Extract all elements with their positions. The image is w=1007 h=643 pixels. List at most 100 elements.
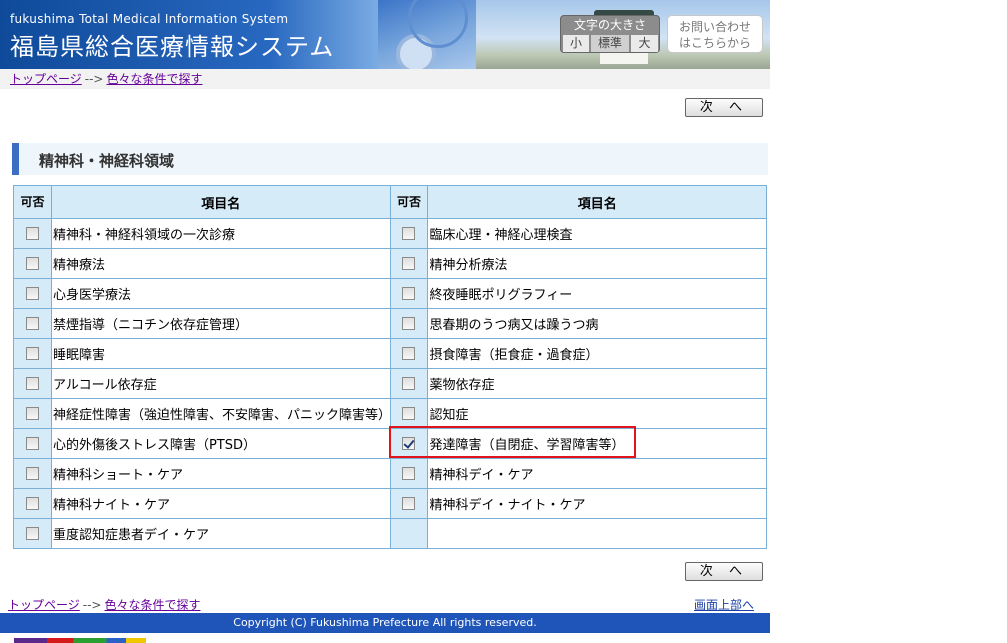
item-checkbox[interactable] [402,497,416,510]
checkbox-cell [13,308,52,339]
item-checkbox[interactable] [25,437,39,450]
checkbox-cell [389,308,429,339]
col-header-availability: 可否 [13,185,52,219]
col-header-item-name: 項目名 [50,185,391,219]
next-button-top[interactable]: 次 へ [685,98,763,117]
item-name: 心身医学療法 [52,288,131,303]
font-size-small-button[interactable]: 小 [563,35,589,52]
item-name: 薬物依存症 [429,378,495,393]
checkbox-cell [389,368,429,399]
checkbox-cell [389,278,429,309]
item-name: 睡眠障害 [52,348,105,363]
item-name-cell: 認知症 [427,398,767,429]
font-size-standard-button[interactable]: 標準 [591,35,629,52]
checkbox-cell [389,518,429,549]
item-name-cell: 精神科ナイト・ケア [50,488,391,519]
checkbox-cell [13,368,52,399]
table-row: 精神科ショート・ケア 精神科デイ・ケア [13,458,767,489]
item-checkbox[interactable] [402,467,416,480]
item-name: 精神科・神経科領域の一次診療 [52,228,235,243]
copyright-text: Copyright (C) Fukushima Prefecture All r… [233,616,537,629]
checkbox-cell [389,218,429,249]
item-checkbox[interactable] [25,467,39,480]
checkbox-cell [13,398,52,429]
item-name: 発達障害（自閉症、学習障害等） [429,438,625,453]
item-checkbox[interactable] [402,377,416,390]
item-checkbox[interactable] [25,377,39,390]
site-title: 福島県総合医療情報システム [10,33,335,61]
breadcrumb-current-link[interactable]: 色々な条件で探す [106,72,202,86]
item-name: 重度認知症患者デイ・ケア [52,528,209,543]
item-checkbox[interactable] [402,287,416,300]
checkbox-cell [13,218,52,249]
item-name-cell: 摂食障害（拒食症・過食症） [427,338,767,369]
section-title: 精神科・神経科領域 [39,152,175,170]
item-name: アルコール依存症 [52,378,157,393]
item-name: 精神科ショート・ケア [52,468,183,483]
item-checkbox[interactable] [25,347,39,360]
item-checkbox[interactable] [402,257,416,270]
item-checkbox[interactable] [25,407,39,420]
col-header-item-name: 項目名 [427,185,767,219]
item-name: 精神科デイ・ナイト・ケア [429,498,586,513]
table-body: 精神科・神経科領域の一次診療 臨床心理・神経心理検査 精神療法 精神分析療法 心身医学療… [13,218,767,549]
breadcrumb-bottom: トップページ --> 色々な条件で探す [0,596,770,613]
item-name-cell: 禁煙指導（ニコチン依存症管理） [50,308,391,339]
footer: Copyright (C) Fukushima Prefecture All r… [0,613,770,633]
inquiry-button[interactable]: お問い合わせ はこちらから [667,15,763,53]
item-name: 禁煙指導（ニコチン依存症管理） [52,318,248,333]
item-checkbox[interactable] [25,257,39,270]
item-checkbox[interactable] [25,227,39,240]
item-name-cell: 精神療法 [50,248,391,279]
checkbox-cell [389,458,429,489]
item-name: 摂食障害（拒食症・過食症） [429,348,599,363]
checkbox-cell [13,338,52,369]
table-header-row: 可否 項目名 可否 項目名 [13,185,767,219]
breadcrumb-current-link[interactable]: 色々な条件で探す [104,598,200,612]
item-checkbox[interactable] [402,317,416,330]
item-checkbox[interactable] [402,227,416,240]
item-name-cell: 精神科ショート・ケア [50,458,391,489]
checkbox-cell [13,458,52,489]
item-name: 終夜睡眠ポリグラフィー [429,288,573,303]
item-checkbox[interactable] [402,437,416,450]
item-name-cell: アルコール依存症 [50,368,391,399]
items-table: 可否 項目名 可否 項目名 精神科・神経科領域の一次診療 臨床心理・神経心理検査精… [13,185,767,549]
item-checkbox[interactable] [402,407,416,420]
font-size-selector: 文字の大きさ 小 標準 大 [560,15,660,53]
checkbox-cell [389,488,429,519]
item-checkbox[interactable] [402,347,416,360]
item-checkbox[interactable] [25,317,39,330]
site-header: fukushima Total Medical Information Syst… [0,0,770,69]
breadcrumb-home-link[interactable]: トップページ [8,598,80,612]
font-size-large-button[interactable]: 大 [631,35,658,52]
inquiry-label-2: はこちらから [678,36,751,50]
next-button-bottom[interactable]: 次 へ [685,562,763,581]
item-checkbox[interactable] [25,287,39,300]
checkbox-cell [13,488,52,519]
table-row: 睡眠障害 摂食障害（拒食症・過食症） [13,338,767,369]
item-name: 臨床心理・神経心理検査 [429,228,573,243]
inquiry-label-1: お問い合わせ [678,20,751,34]
page-top-link[interactable]: 画面上部へ [694,596,754,614]
col-header-availability: 可否 [389,185,429,219]
item-checkbox[interactable] [25,527,39,540]
checkbox-cell [389,248,429,279]
item-name-cell: 重度認知症患者デイ・ケア [50,518,391,549]
item-checkbox[interactable] [25,497,39,510]
breadcrumb-home-link[interactable]: トップページ [10,72,82,86]
table-row: アルコール依存症 薬物依存症 [13,368,767,399]
font-size-label: 文字の大きさ [573,18,646,32]
table-row: 精神科ナイト・ケア 精神科デイ・ナイト・ケア [13,488,767,519]
item-name-cell: 終夜睡眠ポリグラフィー [427,278,767,309]
item-name-cell: 発達障害（自閉症、学習障害等） [427,428,767,459]
checkbox-cell [13,428,52,459]
header-stethoscope-image [378,0,476,69]
table-row: 心的外傷後ストレス障害（PTSD） 発達障害（自閉症、学習障害等） [13,428,767,459]
table-row: 心身医学療法 終夜睡眠ポリグラフィー [13,278,767,309]
breadcrumb-arrow: --> [84,72,104,86]
item-name-cell: 心的外傷後ストレス障害（PTSD） [50,428,391,459]
section-heading: 精神科・神経科領域 [12,143,768,175]
checkbox-cell [389,428,429,459]
checkbox-cell [13,248,52,279]
